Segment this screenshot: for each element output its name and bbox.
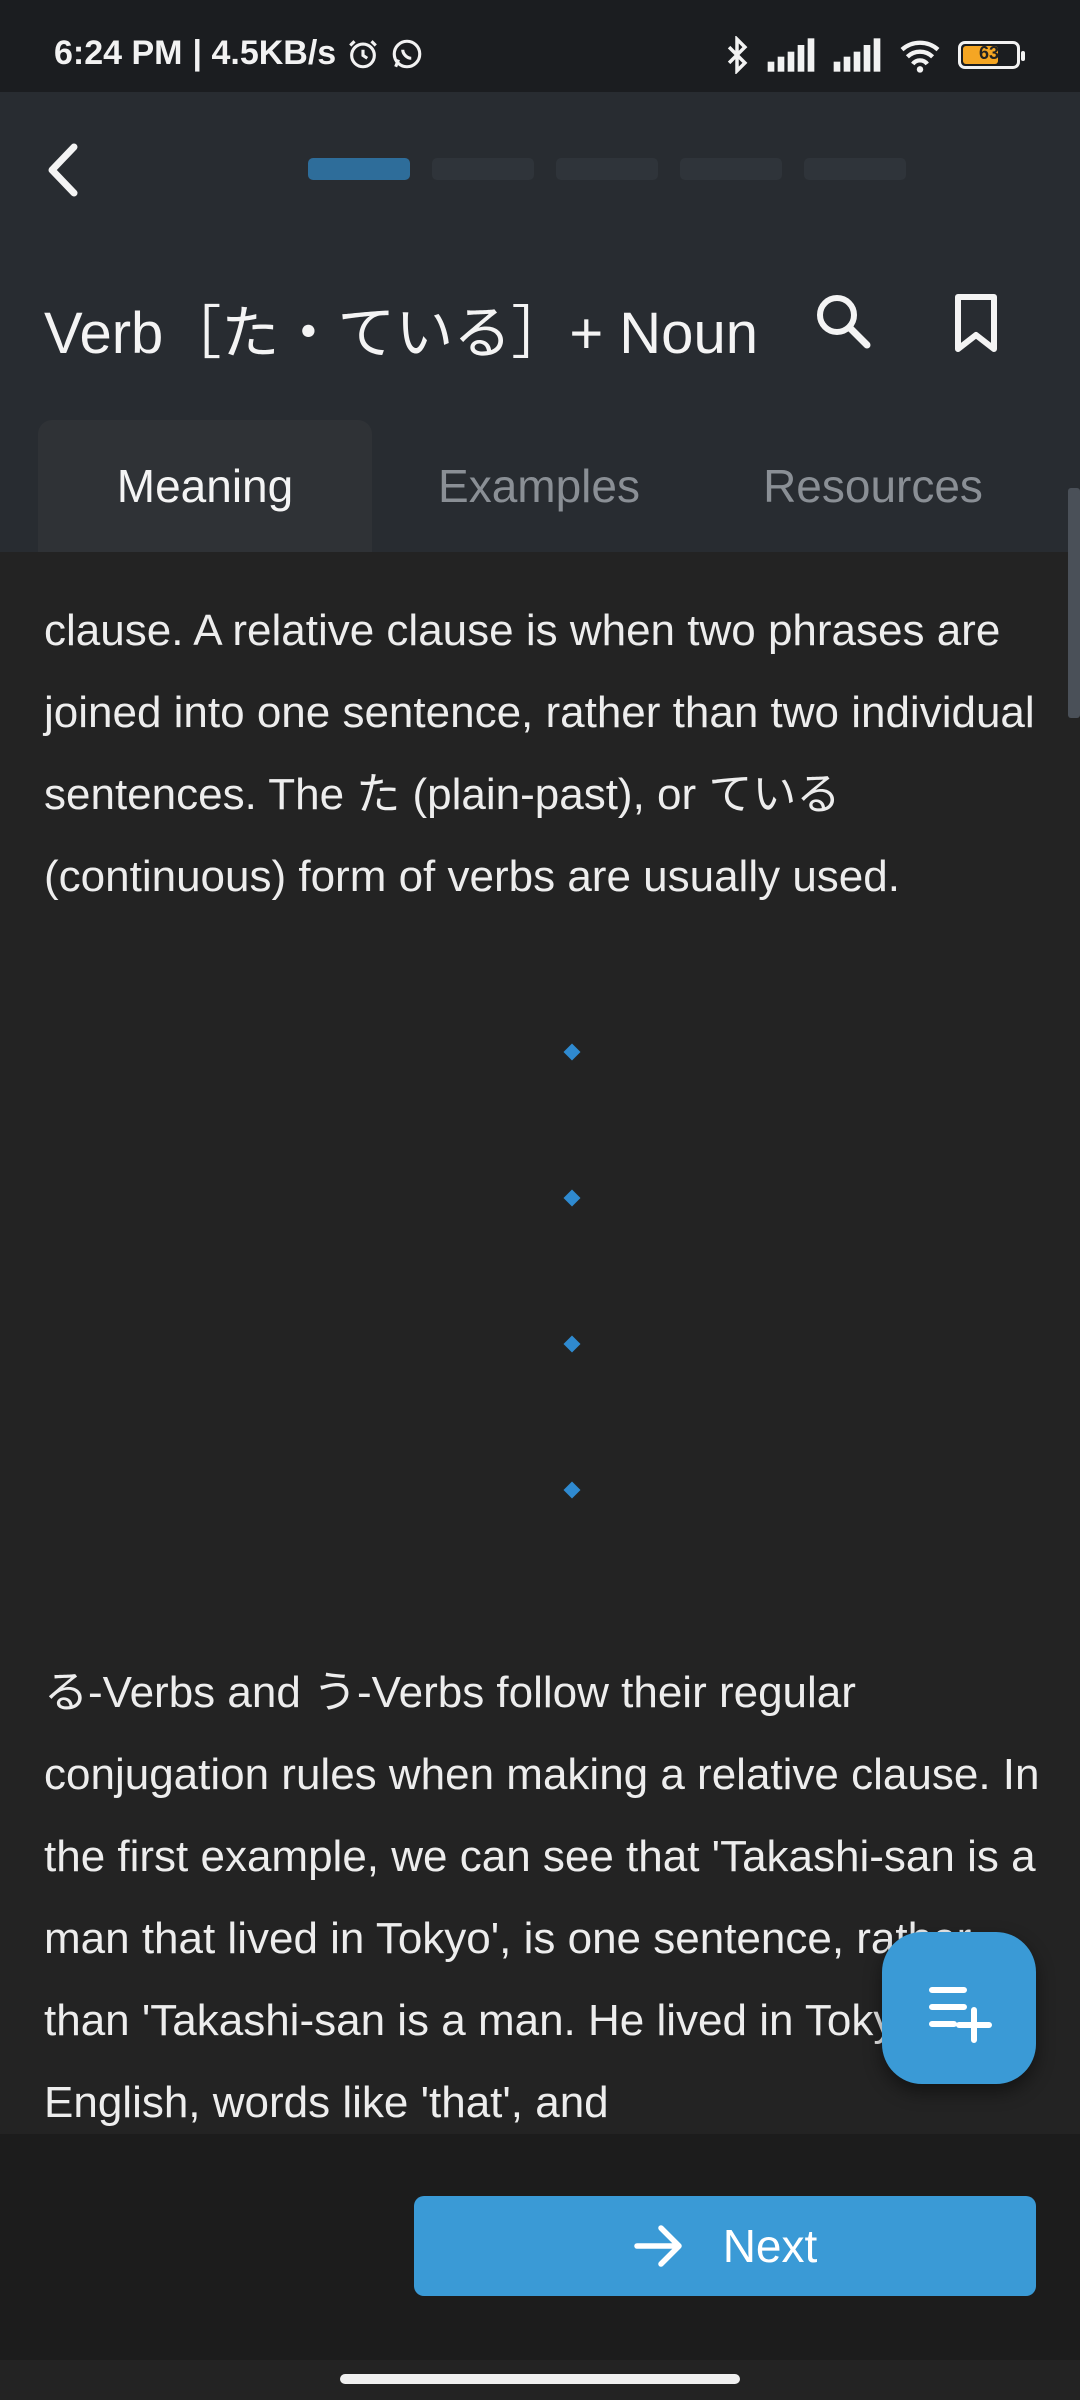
progress-segment [680, 158, 782, 180]
progress-segment [804, 158, 906, 180]
bookmark-button[interactable] [948, 292, 1004, 354]
next-button-label: Next [722, 2220, 818, 2272]
lesson-progress [308, 158, 906, 180]
search-button[interactable] [812, 290, 874, 352]
progress-segment [308, 158, 410, 180]
playlist-add-icon [929, 1987, 992, 2043]
search-icon [817, 295, 871, 349]
progress-segment [556, 158, 658, 180]
back-arrow-icon [48, 143, 78, 197]
battery-icon: 63 [958, 41, 1025, 69]
tab-meaning[interactable]: Meaning [38, 420, 372, 552]
tab-examples[interactable]: Examples [372, 420, 706, 552]
bluetooth-icon [727, 36, 748, 74]
arrow-right-icon [633, 2225, 682, 2267]
page-title: Verb［た・ている］+ Noun [44, 301, 758, 366]
alarm-icon [349, 39, 378, 68]
separator-dot [563, 1189, 581, 1207]
status-speed: | 4.5KB/s [192, 34, 337, 72]
battery-level: 63 [978, 43, 1000, 63]
wifi-icon [900, 40, 940, 73]
tab-resources[interactable]: Resources [706, 420, 1040, 552]
signal-icon [767, 38, 815, 72]
separator-dot [563, 1335, 581, 1353]
whatsapp-icon [392, 39, 422, 68]
signal-icon-2 [833, 38, 881, 72]
tab-bar: Meaning Examples Resources [38, 420, 1048, 552]
status-time: 6:24 PM [54, 34, 183, 72]
progress-segment [432, 158, 534, 180]
bookmark-icon [955, 294, 997, 352]
separator-dot [563, 1481, 581, 1499]
back-button[interactable] [36, 135, 96, 205]
status-bar: 6:24 PM | 4.5KB/s 63 [0, 0, 1080, 92]
lesson-content[interactable]: clause. A relative clause is when two ph… [0, 552, 1080, 2134]
next-button[interactable]: Next [414, 2196, 1036, 2296]
separator-dot [563, 1043, 581, 1061]
scrollbar[interactable] [1068, 488, 1080, 718]
explanation-paragraph: clause. A relative clause is when two ph… [44, 606, 1035, 901]
home-indicator[interactable] [340, 2374, 740, 2384]
add-to-review-button[interactable] [882, 1932, 1036, 2084]
